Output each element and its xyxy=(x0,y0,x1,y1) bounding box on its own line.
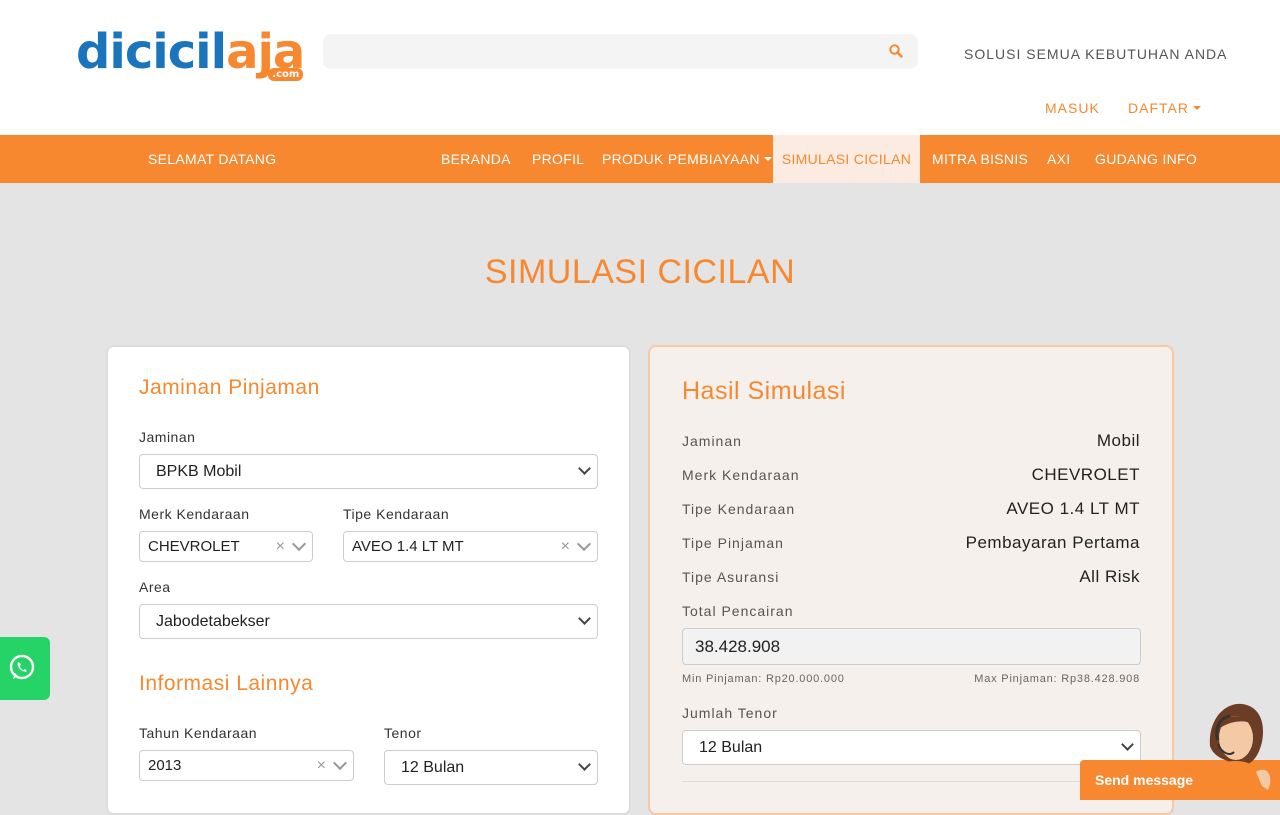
jumlah-tenor-label: Jumlah Tenor xyxy=(682,705,778,721)
logo[interactable]: dicicilaja .com xyxy=(76,24,305,81)
tipe-select[interactable]: AVEO 1.4 LT MT × xyxy=(343,531,598,562)
form-card xyxy=(106,345,631,815)
whatsapp-icon xyxy=(9,654,35,680)
result-title: Hasil Simulasi xyxy=(682,377,846,405)
nav-axi[interactable]: AXI xyxy=(1047,135,1070,183)
chevron-down-icon xyxy=(332,755,348,771)
caret-down-icon xyxy=(763,157,772,161)
merk-label: Merk Kendaraan xyxy=(139,506,250,522)
nav-beranda[interactable]: BERANDA xyxy=(441,135,511,183)
tenor-label: Tenor xyxy=(384,725,422,741)
clear-icon[interactable]: × xyxy=(317,751,326,780)
result-label: Tipe Asuransi xyxy=(682,569,780,585)
max-pinjaman: Max Pinjaman: Rp38.428.908 xyxy=(974,673,1140,685)
nav-simulasi-cicilan[interactable]: SIMULASI CICILAN xyxy=(773,135,920,183)
divider xyxy=(682,781,1141,782)
result-value: Mobil xyxy=(1096,431,1140,450)
tahun-select[interactable]: 2013 × xyxy=(139,750,354,781)
clear-icon[interactable]: × xyxy=(276,532,285,561)
nav-profil[interactable]: PROFIL xyxy=(532,135,584,183)
result-value: AVEO 1.4 LT MT xyxy=(1006,499,1140,518)
section-title-jaminan: Jaminan Pinjaman xyxy=(139,376,320,399)
jaminan-select[interactable]: BPKB Mobil xyxy=(139,454,598,489)
page-title: SIMULASI CICILAN xyxy=(484,253,796,291)
register-dropdown[interactable]: DAFTAR xyxy=(1128,100,1201,116)
welcome-text: SELAMAT DATANG xyxy=(148,151,277,167)
chevron-down-icon xyxy=(578,758,591,771)
search-icon[interactable] xyxy=(888,43,904,59)
jaminan-label: Jaminan xyxy=(139,429,196,445)
chevron-down-icon xyxy=(1121,738,1134,751)
caret-down-icon xyxy=(1192,106,1201,110)
nav-gudang-info[interactable]: GUDANG INFO xyxy=(1095,135,1197,183)
merk-select[interactable]: CHEVROLET × xyxy=(139,531,313,562)
support-agent-avatar[interactable] xyxy=(1196,698,1280,800)
tahun-label: Tahun Kendaraan xyxy=(139,725,258,741)
result-label: Tipe Pinjaman xyxy=(682,535,784,551)
total-pencairan-label: Total Pencairan xyxy=(682,603,794,619)
tagline: SOLUSI SEMUA KEBUTUHAN ANDA xyxy=(964,46,1228,62)
area-select[interactable]: Jabodetabekser xyxy=(139,604,598,639)
site-header: dicicilaja .com SOLUSI SEMUA KEBUTUHAN A… xyxy=(0,0,1280,135)
logo-suffix: .com xyxy=(268,68,304,81)
result-value: Pembayaran Pertama xyxy=(965,533,1140,552)
tipe-label: Tipe Kendaraan xyxy=(343,506,450,522)
login-link[interactable]: MASUK xyxy=(1045,100,1100,116)
min-pinjaman: Min Pinjaman: Rp20.000.000 xyxy=(682,673,845,685)
chevron-down-icon xyxy=(291,536,307,552)
result-label: Tipe Kendaraan xyxy=(682,501,796,517)
chevron-down-icon xyxy=(578,612,591,625)
area-label: Area xyxy=(139,579,171,595)
chevron-down-icon xyxy=(578,462,591,475)
nav-produk-pembiayaan[interactable]: PRODUK PEMBIAYAAN xyxy=(602,135,772,183)
whatsapp-button[interactable] xyxy=(0,637,50,700)
main-nav: SELAMAT DATANG BERANDA PROFIL PRODUK PEM… xyxy=(0,135,1280,183)
jumlah-tenor-select[interactable]: 12 Bulan xyxy=(682,730,1141,765)
result-value: All Risk xyxy=(1079,567,1140,586)
result-label: Merk Kendaraan xyxy=(682,467,800,483)
tenor-select[interactable]: 12 Bulan xyxy=(384,750,598,785)
section-title-informasi: Informasi Lainnya xyxy=(139,672,314,695)
clear-icon[interactable]: × xyxy=(561,532,570,561)
total-pencairan-input[interactable]: 38.428.908 xyxy=(682,628,1141,665)
result-label: Jaminan xyxy=(682,433,742,449)
result-value: CHEVROLET xyxy=(1031,465,1140,484)
chevron-down-icon xyxy=(576,536,592,552)
nav-mitra-bisnis[interactable]: MITRA BISNIS xyxy=(932,135,1028,183)
search-bar xyxy=(323,34,918,69)
search-input[interactable] xyxy=(323,34,891,69)
